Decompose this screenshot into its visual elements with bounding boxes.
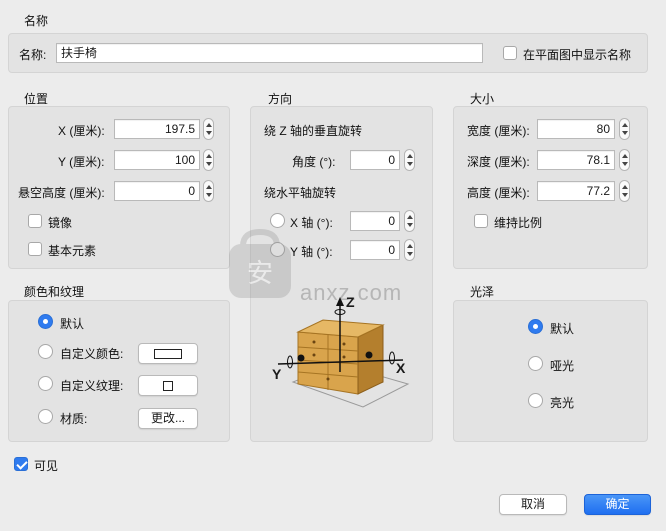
custom-color-button[interactable] xyxy=(138,343,198,364)
mirror-label: 镜像 xyxy=(48,216,73,230)
custom-texture-label: 自定义纹理: xyxy=(60,379,124,393)
width-label: 宽度 (厘米): xyxy=(467,124,530,138)
show-name-in-plan-label: 在平面图中显示名称 xyxy=(523,48,632,62)
mirror-checkbox[interactable] xyxy=(28,214,42,228)
color-section-title: 颜色和纹理 xyxy=(24,285,85,299)
width-input[interactable]: 80 xyxy=(537,119,615,139)
custom-texture-button[interactable] xyxy=(138,375,198,396)
gloss-matte-radio[interactable] xyxy=(528,356,543,371)
material-label: 材质: xyxy=(60,412,88,426)
depth-input[interactable]: 78.1 xyxy=(537,150,615,170)
depth-stepper[interactable] xyxy=(619,149,630,171)
height-label: 高度 (厘米): xyxy=(467,186,530,200)
gloss-shiny-label: 亮光 xyxy=(550,396,575,410)
name-input[interactable]: 扶手椅 xyxy=(56,43,483,63)
horizontal-rotation-label: 绕水平轴旋转 xyxy=(264,186,337,200)
x-axis-label: X 轴 (°): xyxy=(290,216,333,230)
elevation-stepper[interactable] xyxy=(203,180,214,202)
y-axis-stepper[interactable] xyxy=(404,239,415,261)
angle-stepper[interactable] xyxy=(404,149,415,171)
visible-label: 可见 xyxy=(34,459,59,473)
gloss-shiny-radio[interactable] xyxy=(528,393,543,408)
color-default-label: 默认 xyxy=(60,317,85,331)
watermark-logo: 安 xyxy=(225,228,295,300)
cancel-button[interactable]: 取消 xyxy=(499,494,567,515)
y-label: Y (厘米): xyxy=(58,155,105,169)
basic-element-label: 基本元素 xyxy=(48,244,97,258)
orientation-section-title: 方向 xyxy=(268,92,293,106)
basic-element-checkbox[interactable] xyxy=(28,242,42,256)
angle-input[interactable]: 0 xyxy=(350,150,400,170)
x-axis-input[interactable]: 0 xyxy=(350,211,400,231)
x-label: X (厘米): xyxy=(58,124,105,138)
y-axis-input[interactable]: 0 xyxy=(350,240,400,260)
x-input[interactable]: 197.5 xyxy=(114,119,200,139)
gloss-default-label: 默认 xyxy=(550,322,575,336)
axis-z-label: Z xyxy=(346,294,355,310)
show-name-in-plan-checkbox[interactable] xyxy=(503,46,517,60)
elevation-input[interactable]: 0 xyxy=(114,181,200,201)
svg-text:安: 安 xyxy=(247,259,273,289)
texture-swatch xyxy=(163,380,173,391)
material-radio[interactable] xyxy=(38,409,53,424)
custom-color-radio[interactable] xyxy=(38,344,53,359)
angle-label: 角度 (°): xyxy=(292,155,336,169)
keep-ratio-checkbox[interactable] xyxy=(474,214,488,228)
keep-ratio-label: 维持比例 xyxy=(494,216,543,230)
y-axis-label: Y 轴 (°): xyxy=(290,245,333,259)
width-stepper[interactable] xyxy=(619,118,630,140)
height-stepper[interactable] xyxy=(619,180,630,202)
elevation-label: 悬空高度 (厘米): xyxy=(18,186,105,200)
gloss-default-radio[interactable] xyxy=(528,319,543,334)
size-section-title: 大小 xyxy=(470,92,495,106)
axis-y-label: Y xyxy=(272,366,282,382)
axis-x-label: X xyxy=(396,360,406,376)
color-swatch xyxy=(154,348,182,359)
y-stepper[interactable] xyxy=(203,149,214,171)
x-axis-stepper[interactable] xyxy=(404,210,415,232)
visible-checkbox[interactable] xyxy=(14,457,28,471)
position-section-title: 位置 xyxy=(24,92,49,106)
custom-texture-radio[interactable] xyxy=(38,376,53,391)
x-axis-radio[interactable] xyxy=(270,213,285,228)
name-section-title: 名称 xyxy=(24,14,49,28)
x-stepper[interactable] xyxy=(203,118,214,140)
name-label: 名称: xyxy=(19,48,47,62)
furniture-preview[interactable]: Z X Y xyxy=(268,292,418,412)
z-rotation-label: 绕 Z 轴的垂直旋转 xyxy=(264,124,362,138)
gloss-matte-label: 哑光 xyxy=(550,359,575,373)
ok-button[interactable]: 确定 xyxy=(584,494,651,515)
depth-label: 深度 (厘米): xyxy=(467,155,530,169)
color-default-radio[interactable] xyxy=(38,314,53,329)
gloss-section-title: 光泽 xyxy=(470,285,495,299)
material-change-button[interactable]: 更改... xyxy=(138,408,198,429)
custom-color-label: 自定义颜色: xyxy=(60,347,124,361)
height-input[interactable]: 77.2 xyxy=(537,181,615,201)
y-input[interactable]: 100 xyxy=(114,150,200,170)
